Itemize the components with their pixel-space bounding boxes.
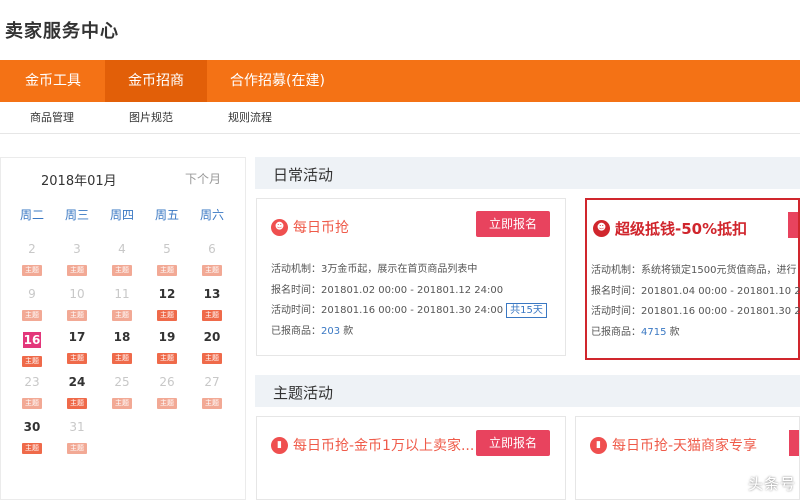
calendar-day[interactable]: 4 主题: [107, 241, 137, 277]
theme-activities-header: 主题活动: [255, 375, 800, 407]
page-title: 卖家服务中心: [5, 21, 119, 42]
calendar-day[interactable]: 18 主题: [107, 329, 137, 365]
theme-tag: 主题: [202, 353, 222, 364]
calendar-day[interactable]: 13 主题: [197, 286, 227, 322]
bookmark-icon: ▮: [271, 436, 288, 454]
sub-nav: 商品管理 图片规范 规则流程: [0, 102, 800, 134]
theme-tag: 主题: [157, 353, 177, 364]
calendar-day[interactable]: 26 主题: [152, 374, 182, 410]
calendar-month: 2018年01月: [41, 174, 117, 189]
theme-tag: 主题: [22, 398, 42, 409]
calendar-day[interactable]: 2 主题: [17, 241, 47, 277]
total-days-badge: 共15天: [506, 303, 547, 318]
nav-item-partner-recruit[interactable]: 合作招募(在建): [207, 60, 348, 102]
calendar-day[interactable]: 23 主题: [17, 374, 47, 410]
calendar-day[interactable]: 24 主题: [62, 374, 92, 410]
calendar-day[interactable]: 31 主题: [62, 419, 92, 455]
calendar-day[interactable]: 25 主题: [107, 374, 137, 410]
main-nav: 金币工具 金币招商 合作招募(在建): [0, 60, 800, 102]
calendar-day[interactable]: 5 主题: [152, 241, 182, 277]
theme-tag: 主题: [112, 265, 132, 276]
theme-tag: 主题: [22, 356, 42, 367]
theme-tag: 主题: [112, 398, 132, 409]
active-time-line: 活动时间：201801.16 00:00 - 201801.30 24:00 共1…: [271, 301, 547, 318]
theme-tag: 主题: [22, 310, 42, 321]
signed-count: 203: [321, 326, 341, 337]
activity-card-daily-coin: ☻ 每日币抢 立即报名 活动机制：3万金币起，展示在首页商品列表中 报名时间：2…: [256, 198, 566, 356]
signup-time-line: 报名时间：201801.02 00:00 - 201801.12 24:00: [271, 285, 504, 296]
mechanism-line: 活动机制：系统将锁定1500元货值商品，进行: [591, 265, 797, 276]
subnav-item-products[interactable]: 商品管理: [30, 102, 74, 133]
theme-tag: 主题: [67, 353, 87, 364]
signed-count-line: 已报商品：4715 款: [591, 327, 680, 338]
signup-button-partial[interactable]: [789, 430, 799, 456]
card-title-text: 每日币抢-天猫商家专享: [612, 438, 758, 454]
weekday-label: 周五: [154, 208, 179, 222]
theme-tag: 主题: [157, 398, 177, 409]
calendar-panel: 2018年01月 下个月 周二 周三 周四 周五 周六 2 主题 3 主题 4 主题 …: [0, 157, 246, 500]
nav-item-gold-recruit[interactable]: 金币招商: [105, 60, 207, 102]
signed-count-line: 已报商品：203 款: [271, 326, 354, 337]
next-month-button[interactable]: 下个月: [185, 170, 221, 187]
calendar-day[interactable]: 3 主题: [62, 241, 92, 277]
calendar-day[interactable]: 30 主题: [17, 419, 47, 455]
weekday-label: 周三: [64, 208, 89, 222]
theme-tag: 主题: [202, 310, 222, 321]
card-title-text: 每日币抢-金币1万以上卖家...: [293, 438, 475, 454]
active-time-line: 活动时间：201801.16 00:00 - 201801.30 24:0: [591, 306, 800, 317]
theme-tag: 主题: [202, 398, 222, 409]
section-title: 主题活动: [273, 384, 334, 402]
signup-button[interactable]: 立即报名: [476, 211, 550, 237]
weekday-label: 周六: [199, 208, 224, 222]
calendar-day[interactable]: 6 主题: [197, 241, 227, 277]
signup-button[interactable]: 立即报名: [476, 430, 550, 456]
mechanism-line: 活动机制：3万金币起，展示在首页商品列表中: [271, 264, 478, 275]
card-title: ▮ 每日币抢-天猫商家专享: [590, 435, 757, 455]
weekday-label: 周四: [109, 208, 134, 222]
calendar-day-today[interactable]: 16主题: [17, 329, 47, 367]
app-header: 卖家服务中心: [0, 0, 800, 60]
calendar-weekdays: 周二 周三 周四 周五 周六: [1, 206, 247, 226]
signup-time-line: 报名时间：201801.04 00:00 - 201801.10 24:0: [591, 286, 800, 297]
daily-activities-header: 日常活动: [255, 157, 800, 189]
subnav-item-rules[interactable]: 规则流程: [228, 102, 272, 133]
calendar-day[interactable]: 19 主题: [152, 329, 182, 365]
bookmark-icon: ▮: [590, 436, 607, 454]
calendar-day[interactable]: 11 主题: [107, 286, 137, 322]
user-icon: ☻: [593, 220, 610, 237]
section-title: 日常活动: [273, 166, 334, 184]
card-title: ☻ 超级抵钱-50%抵扣: [593, 218, 747, 239]
card-title-text: 超级抵钱-50%抵扣: [615, 220, 748, 238]
theme-tag: 主题: [67, 310, 87, 321]
calendar-day[interactable]: 20 主题: [197, 329, 227, 365]
theme-tag: 主题: [112, 310, 132, 321]
weekday-label: 周二: [19, 208, 44, 222]
signed-count: 4715: [641, 327, 667, 338]
card-title: ☻ 每日币抢: [271, 217, 349, 237]
theme-tag: 主题: [67, 443, 87, 454]
calendar-day[interactable]: 9 主题: [17, 286, 47, 322]
theme-tag: 主题: [67, 398, 87, 409]
calendar-day[interactable]: 10 主题: [62, 286, 92, 322]
theme-tag: 主题: [112, 353, 132, 364]
subnav-item-image-spec[interactable]: 图片规范: [129, 102, 173, 133]
theme-tag: 主题: [157, 310, 177, 321]
calendar-day[interactable]: 12 主题: [152, 286, 182, 322]
card-title: ▮ 每日币抢-金币1万以上卖家...: [271, 435, 474, 455]
theme-tag: 主题: [22, 443, 42, 454]
theme-tag: 主题: [22, 265, 42, 276]
nav-item-gold-tools[interactable]: 金币工具: [0, 60, 105, 102]
signup-button-partial[interactable]: [788, 212, 798, 238]
theme-tag: 主题: [67, 265, 87, 276]
theme-tag: 主题: [202, 265, 222, 276]
calendar-day[interactable]: 27 主题: [197, 374, 227, 410]
card-title-text: 每日币抢: [293, 220, 349, 236]
theme-tag: 主题: [157, 265, 177, 276]
user-icon: ☻: [271, 218, 288, 236]
calendar-header: 2018年01月 下个月: [1, 158, 245, 198]
calendar-day[interactable]: 17 主题: [62, 329, 92, 365]
activity-card-super-discount: ☻ 超级抵钱-50%抵扣 活动机制：系统将锁定1500元货值商品，进行 报名时间…: [585, 198, 800, 360]
activity-card-theme-10k: ▮ 每日币抢-金币1万以上卖家... 立即报名: [256, 416, 566, 500]
watermark: 头条号: [747, 475, 796, 493]
